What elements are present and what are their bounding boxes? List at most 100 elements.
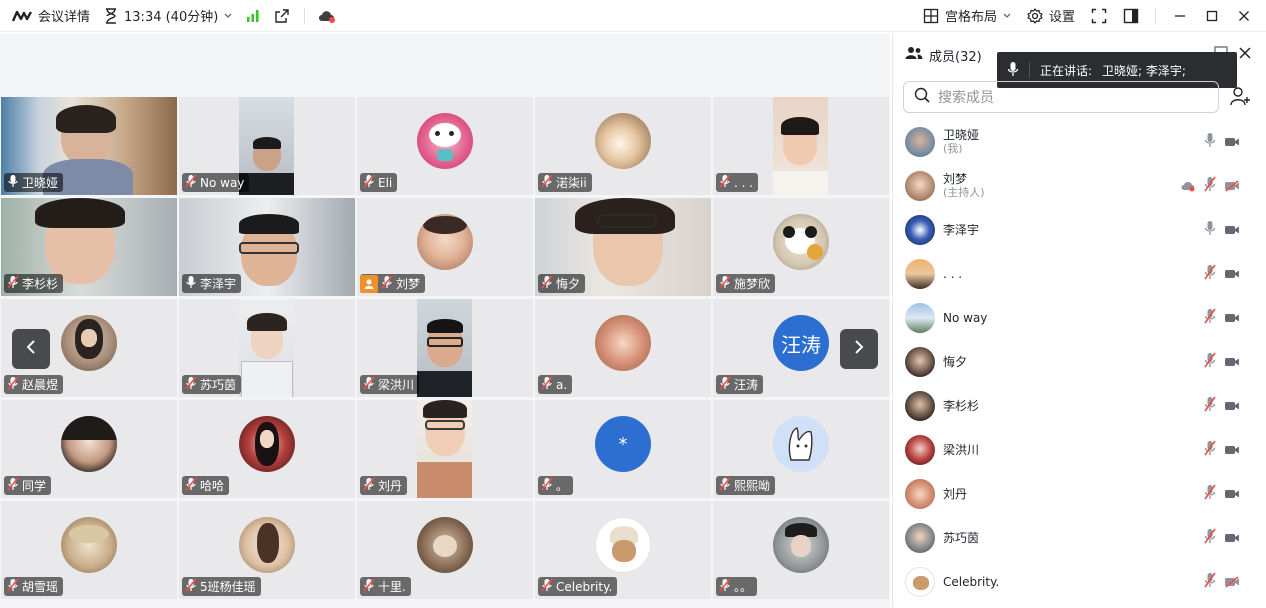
member-row[interactable]: 苏巧茵 — [893, 518, 1266, 558]
duration-dropdown[interactable]: 13:34 (40分钟) — [104, 6, 232, 25]
video-tile[interactable]: . . . — [713, 97, 889, 195]
mic-muted-icon[interactable] — [1204, 528, 1216, 548]
mic-muted-icon[interactable] — [1204, 308, 1216, 328]
mic-muted-icon — [719, 578, 731, 595]
participant-name-tag: 李杉杉 — [4, 274, 64, 293]
camera-icon[interactable] — [1224, 441, 1240, 460]
member-row[interactable]: 李杉杉 — [893, 386, 1266, 426]
member-row[interactable]: 悔夕 — [893, 342, 1266, 382]
participant-name-tag: No way — [182, 173, 250, 192]
video-tile[interactable]: 胡雪瑶 — [1, 501, 177, 599]
mic-icon[interactable] — [1204, 220, 1216, 240]
camera-icon[interactable] — [1224, 397, 1240, 416]
network-signal-icon[interactable] — [246, 9, 260, 23]
participant-video — [417, 299, 472, 397]
close-icon[interactable] — [1230, 2, 1258, 30]
layout-dropdown[interactable]: 宫格布局 — [923, 6, 1011, 25]
mic-muted-icon[interactable] — [1204, 396, 1216, 416]
mic-muted-icon — [719, 174, 731, 191]
participant-avatar — [595, 315, 651, 371]
share-window-icon[interactable] — [274, 8, 290, 24]
video-tile[interactable]: 李泽宇 — [179, 198, 355, 296]
camera-off-icon[interactable] — [1224, 177, 1240, 196]
sidebar-toggle-icon[interactable] — [1123, 8, 1139, 24]
mic-muted-icon[interactable] — [1204, 176, 1216, 196]
fullscreen-icon[interactable] — [1091, 8, 1107, 24]
video-tile[interactable]: 渃柒ii — [535, 97, 711, 195]
host-badge-icon — [360, 274, 378, 293]
video-tile[interactable]: a. — [535, 299, 711, 397]
participant-avatar — [239, 416, 295, 472]
camera-icon[interactable] — [1224, 529, 1240, 548]
camera-icon[interactable] — [1224, 265, 1240, 284]
minimize-icon[interactable] — [1166, 2, 1194, 30]
mic-muted-icon[interactable] — [1204, 352, 1216, 372]
avatar — [905, 171, 935, 201]
camera-off-icon[interactable] — [1224, 573, 1240, 592]
participant-avatar — [595, 113, 651, 169]
video-tile[interactable]: 熙熙呦 — [713, 400, 889, 498]
video-tile[interactable]: * 。 — [535, 400, 711, 498]
camera-icon[interactable] — [1224, 221, 1240, 240]
mic-icon[interactable] — [1204, 132, 1216, 152]
mic-muted-icon[interactable] — [1204, 440, 1216, 460]
participant-name-tag: 。。 — [716, 577, 758, 596]
participant-name-tag: 5班杨佳瑶 — [182, 577, 261, 596]
add-member-icon[interactable] — [1229, 85, 1251, 111]
camera-icon[interactable] — [1224, 309, 1240, 328]
maximize-icon[interactable] — [1198, 2, 1226, 30]
video-tile[interactable]: 十里. — [357, 501, 533, 599]
member-search-input[interactable]: 搜索成员 — [903, 81, 1219, 113]
mic-muted-icon[interactable] — [1204, 572, 1216, 592]
mic-muted-icon — [7, 376, 19, 393]
participant-avatar — [239, 517, 295, 573]
member-row[interactable]: 刘梦 (主持人) — [893, 166, 1266, 206]
member-row[interactable]: . . . — [893, 254, 1266, 294]
video-tile[interactable]: 同学 — [1, 400, 177, 498]
video-tile[interactable]: 施梦欣 — [713, 198, 889, 296]
mic-muted-icon — [7, 477, 19, 494]
video-tile[interactable]: 梁洪川 — [357, 299, 533, 397]
mic-muted-icon — [7, 275, 19, 292]
duration-label: 13:34 (40分钟) — [124, 10, 219, 25]
close-panel-icon[interactable] — [1238, 45, 1252, 64]
video-tile[interactable]: 卫晓娅 — [1, 97, 177, 195]
camera-icon[interactable] — [1224, 353, 1240, 372]
video-tile[interactable]: Celebrity. — [535, 501, 711, 599]
camera-icon[interactable] — [1224, 485, 1240, 504]
grid-layout-icon — [923, 8, 939, 24]
next-page-button[interactable] — [840, 329, 878, 369]
video-tile[interactable]: Eli — [357, 97, 533, 195]
mic-muted-icon — [363, 477, 375, 494]
participant-video — [417, 400, 472, 498]
mic-muted-icon[interactable] — [1204, 484, 1216, 504]
member-row[interactable]: No way — [893, 298, 1266, 338]
mic-muted-icon[interactable] — [1204, 264, 1216, 284]
video-tile[interactable]: 哈哈 — [179, 400, 355, 498]
video-tile[interactable]: No way — [179, 97, 355, 195]
members-icon — [905, 46, 923, 64]
member-row[interactable]: 李泽宇 — [893, 210, 1266, 250]
avatar — [905, 435, 935, 465]
camera-icon[interactable] — [1224, 133, 1240, 152]
video-tile[interactable]: 刘梦 — [357, 198, 533, 296]
video-tile[interactable]: 苏巧茵 — [179, 299, 355, 397]
settings-button[interactable]: 设置 — [1027, 6, 1075, 25]
cloud-record-icon[interactable] — [317, 9, 337, 23]
meeting-info-button[interactable]: 会议详情 — [12, 6, 90, 25]
cloud-record-icon — [1180, 177, 1196, 196]
member-row[interactable]: 刘丹 — [893, 474, 1266, 514]
member-row[interactable]: 卫晓娅 (我) — [893, 122, 1266, 162]
video-tile[interactable]: 李杉杉 — [1, 198, 177, 296]
member-row[interactable]: Celebrity. — [893, 562, 1266, 602]
video-tile[interactable]: 5班杨佳瑶 — [179, 501, 355, 599]
mic-muted-icon — [7, 578, 19, 595]
member-row[interactable]: 梁洪川 — [893, 430, 1266, 470]
video-tile[interactable]: 悔夕 — [535, 198, 711, 296]
top-bar: 会议详情 13:34 (40分钟) 宫格布局 设置 — [0, 0, 1266, 32]
video-tile[interactable]: 。。 — [713, 501, 889, 599]
participant-avatar — [61, 517, 117, 573]
mic-muted-icon — [719, 376, 731, 393]
previous-page-button[interactable] — [12, 329, 50, 369]
video-tile[interactable]: 刘丹 — [357, 400, 533, 498]
